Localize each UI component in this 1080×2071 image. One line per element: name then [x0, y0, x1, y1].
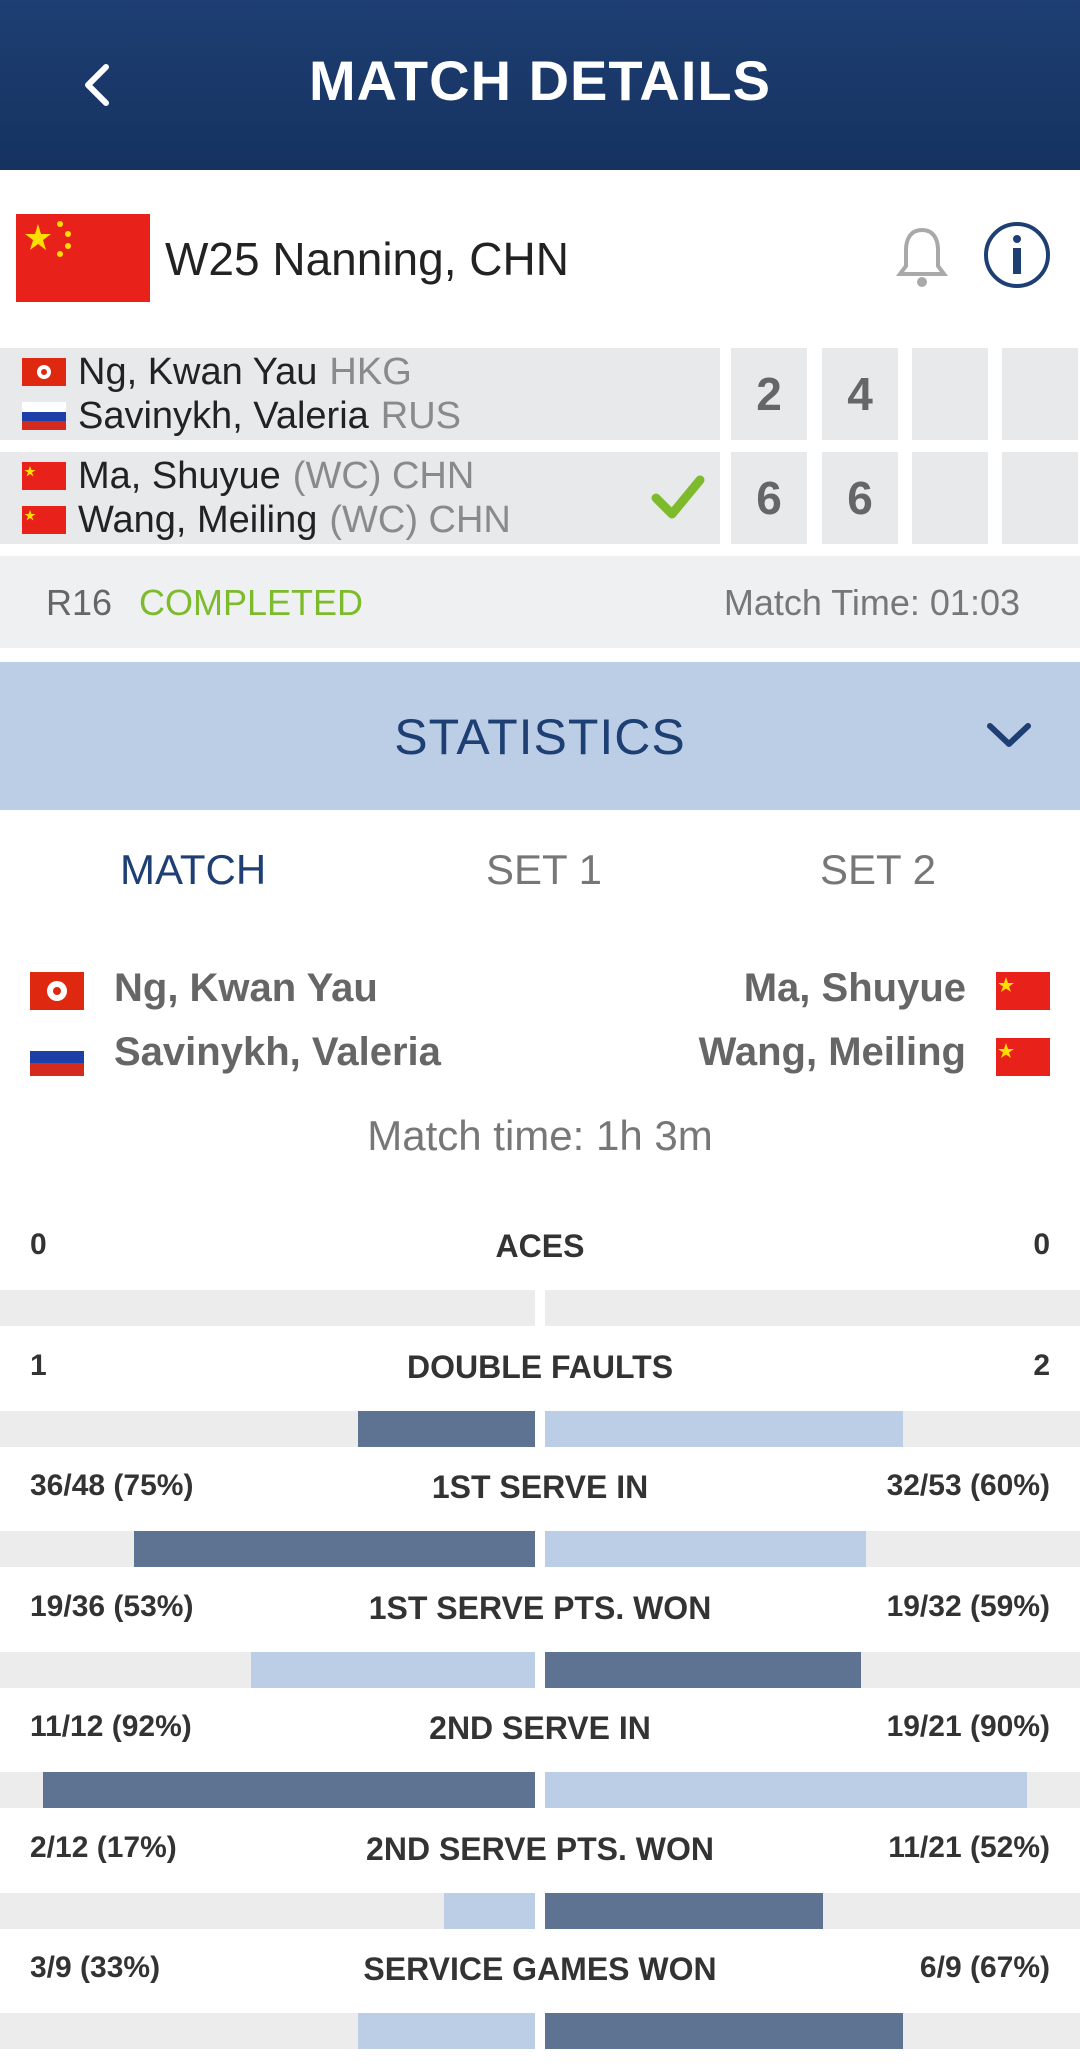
set-score — [912, 348, 988, 440]
set-score — [912, 452, 988, 544]
tab-match[interactable]: MATCH — [120, 846, 266, 894]
stat-bar-right-fill — [545, 1772, 1027, 1808]
tournament-name: W25 Nanning, CHN — [165, 233, 569, 285]
stat-bar-left-track — [0, 2013, 535, 2049]
stat-right-value: 19/21 (90%) — [886, 1710, 1050, 1743]
left-player-2: Savinykh, Valeria — [114, 1030, 441, 1074]
tab-set-1[interactable]: SET 1 — [486, 846, 602, 894]
stat-name: ACES — [495, 1228, 585, 1264]
stat-bar-right-fill — [545, 1531, 866, 1567]
hong-kong-flag-icon — [22, 358, 66, 386]
chevron-down-icon — [987, 723, 1031, 747]
match-time: Match Time: 01:03 — [723, 582, 1020, 623]
stat-bar-left-fill — [133, 1531, 535, 1567]
winner-check-icon — [651, 475, 705, 519]
player-name: Ma, Shuyue — [78, 454, 281, 497]
stat-bar-right-track — [545, 1892, 1080, 1929]
top-app-bar: MATCH DETAILS — [0, 0, 1080, 170]
statistics-section-toggle[interactable]: STATISTICS — [0, 662, 1080, 810]
stat-bar-left-fill — [358, 2013, 535, 2049]
stat-row: 3/9 (33%) SERVICE GAMES WON 6/9 (67%) — [0, 1951, 1080, 2071]
player-nationality: HKG — [329, 350, 412, 393]
set-score — [1002, 452, 1078, 544]
russia-flag-icon — [30, 1038, 84, 1076]
player-row: Ma, Shuyue (WC) CHN — [22, 454, 474, 498]
stat-row: 36/48 (75%) 1ST SERVE IN 32/53 (60%) — [0, 1469, 1080, 1589]
stat-bar-left-track — [0, 1651, 535, 1688]
stat-bar-right-track — [545, 1410, 1080, 1447]
stat-bar-left-track — [0, 1892, 535, 1929]
stat-bar-left-track — [0, 1531, 535, 1567]
set-score — [1002, 348, 1078, 440]
stat-right-value: 2 — [1033, 1348, 1050, 1382]
stat-bar-right-fill — [545, 1651, 861, 1688]
china-flag-icon — [22, 506, 66, 534]
stat-bar-left-track — [0, 1772, 535, 1808]
set-score: 6 — [731, 452, 807, 544]
round-label: R16 — [46, 582, 113, 623]
status-badge: COMPLETED — [139, 582, 364, 623]
stat-bar-right-track — [545, 1772, 1080, 1808]
stat-row: 2/12 (17%) 2ND SERVE PTS. WON 11/21 (52%) — [0, 1831, 1080, 1951]
china-flag-icon — [22, 462, 66, 490]
stat-row: 19/36 (53%) 1ST SERVE PTS. WON 19/32 (59%) — [0, 1590, 1080, 1710]
hong-kong-flag-icon — [30, 972, 84, 1010]
stat-right-value: 32/53 (60%) — [886, 1469, 1050, 1502]
stat-name: SERVICE GAMES WON — [363, 1951, 717, 1987]
right-player-1: Ma, Shuyue — [743, 966, 966, 1010]
stat-bar-right-fill — [545, 1892, 824, 1929]
tab-set-2[interactable]: SET 2 — [820, 846, 936, 894]
stat-bar-left-fill — [358, 1410, 535, 1447]
team-row-1: Ng, Kwan Yau HKG Savinykh, Valeria RUS — [0, 348, 720, 440]
player-row: Ng, Kwan Yau HKG — [22, 350, 412, 394]
set-score: 6 — [822, 452, 898, 544]
statistics-label: STATISTICS — [394, 709, 686, 765]
player-nationality: (WC) CHN — [329, 498, 511, 541]
stats-tabs: MATCH SET 1 SET 2 — [0, 846, 1080, 916]
set-score: 2 — [731, 348, 807, 440]
stat-bar-left-track — [0, 1410, 535, 1447]
stat-bar-left-fill — [444, 1892, 535, 1929]
left-player-1: Ng, Kwan Yau — [114, 966, 378, 1010]
compare-match-time: Match time: 1h 3m — [367, 1112, 713, 1159]
right-player-2: Wang, Meiling — [698, 1030, 966, 1074]
tournament-header: W25 Nanning, CHN — [0, 170, 1080, 350]
stat-right-value: 11/21 (52%) — [888, 1830, 1050, 1864]
stat-bar-left-fill — [251, 1651, 535, 1688]
stat-name: DOUBLE FAULTS — [406, 1348, 674, 1385]
stat-bar-right-track — [545, 1290, 1080, 1326]
page-title: MATCH DETAILS — [309, 49, 771, 112]
match-status-row: R16 COMPLETED Match Time: 01:03 — [0, 556, 1080, 648]
stat-bar-left-track — [0, 1290, 535, 1326]
player-row: Wang, Meiling (WC) CHN — [22, 498, 511, 542]
player-nationality: (WC) CHN — [292, 454, 475, 497]
stat-row: 0 ACES 0 — [0, 1228, 1080, 1348]
player-name: Ng, Kwan Yau — [78, 350, 318, 393]
player-name: Savinykh, Valeria — [78, 394, 369, 437]
stat-row: 11/12 (92%) 2ND SERVE IN 19/21 (90%) — [0, 1710, 1080, 1830]
stat-bar-right-track — [545, 1651, 1080, 1688]
stat-bar-right-fill — [545, 1410, 904, 1447]
stat-bar-right-track — [545, 1531, 1080, 1567]
player-row: Savinykh, Valeria RUS — [22, 394, 461, 438]
player-name: Wang, Meiling — [78, 498, 318, 541]
stat-bar-left-fill — [42, 1772, 535, 1808]
stat-bar-right-track — [545, 2013, 1080, 2049]
stat-right-value: 0 — [1033, 1228, 1050, 1261]
player-nationality: RUS — [380, 394, 462, 437]
stat-bar-right-fill — [545, 2013, 904, 2049]
russia-flag-icon — [22, 402, 66, 430]
bell-icon[interactable] — [894, 224, 950, 290]
stat-row: 1 DOUBLE FAULTS 2 — [0, 1349, 1080, 1469]
stat-right-value: 6/9 (67%) — [919, 1951, 1050, 1984]
stat-right-value: 19/32 (59%) — [886, 1589, 1050, 1623]
info-icon[interactable] — [982, 220, 1052, 290]
set-score: 4 — [822, 348, 898, 440]
china-flag-icon — [996, 1038, 1050, 1076]
team-row-2: Ma, Shuyue (WC) CHN Wang, Meiling (WC) CHN — [0, 452, 720, 544]
china-flag-icon — [16, 214, 150, 302]
china-flag-icon — [996, 972, 1050, 1010]
